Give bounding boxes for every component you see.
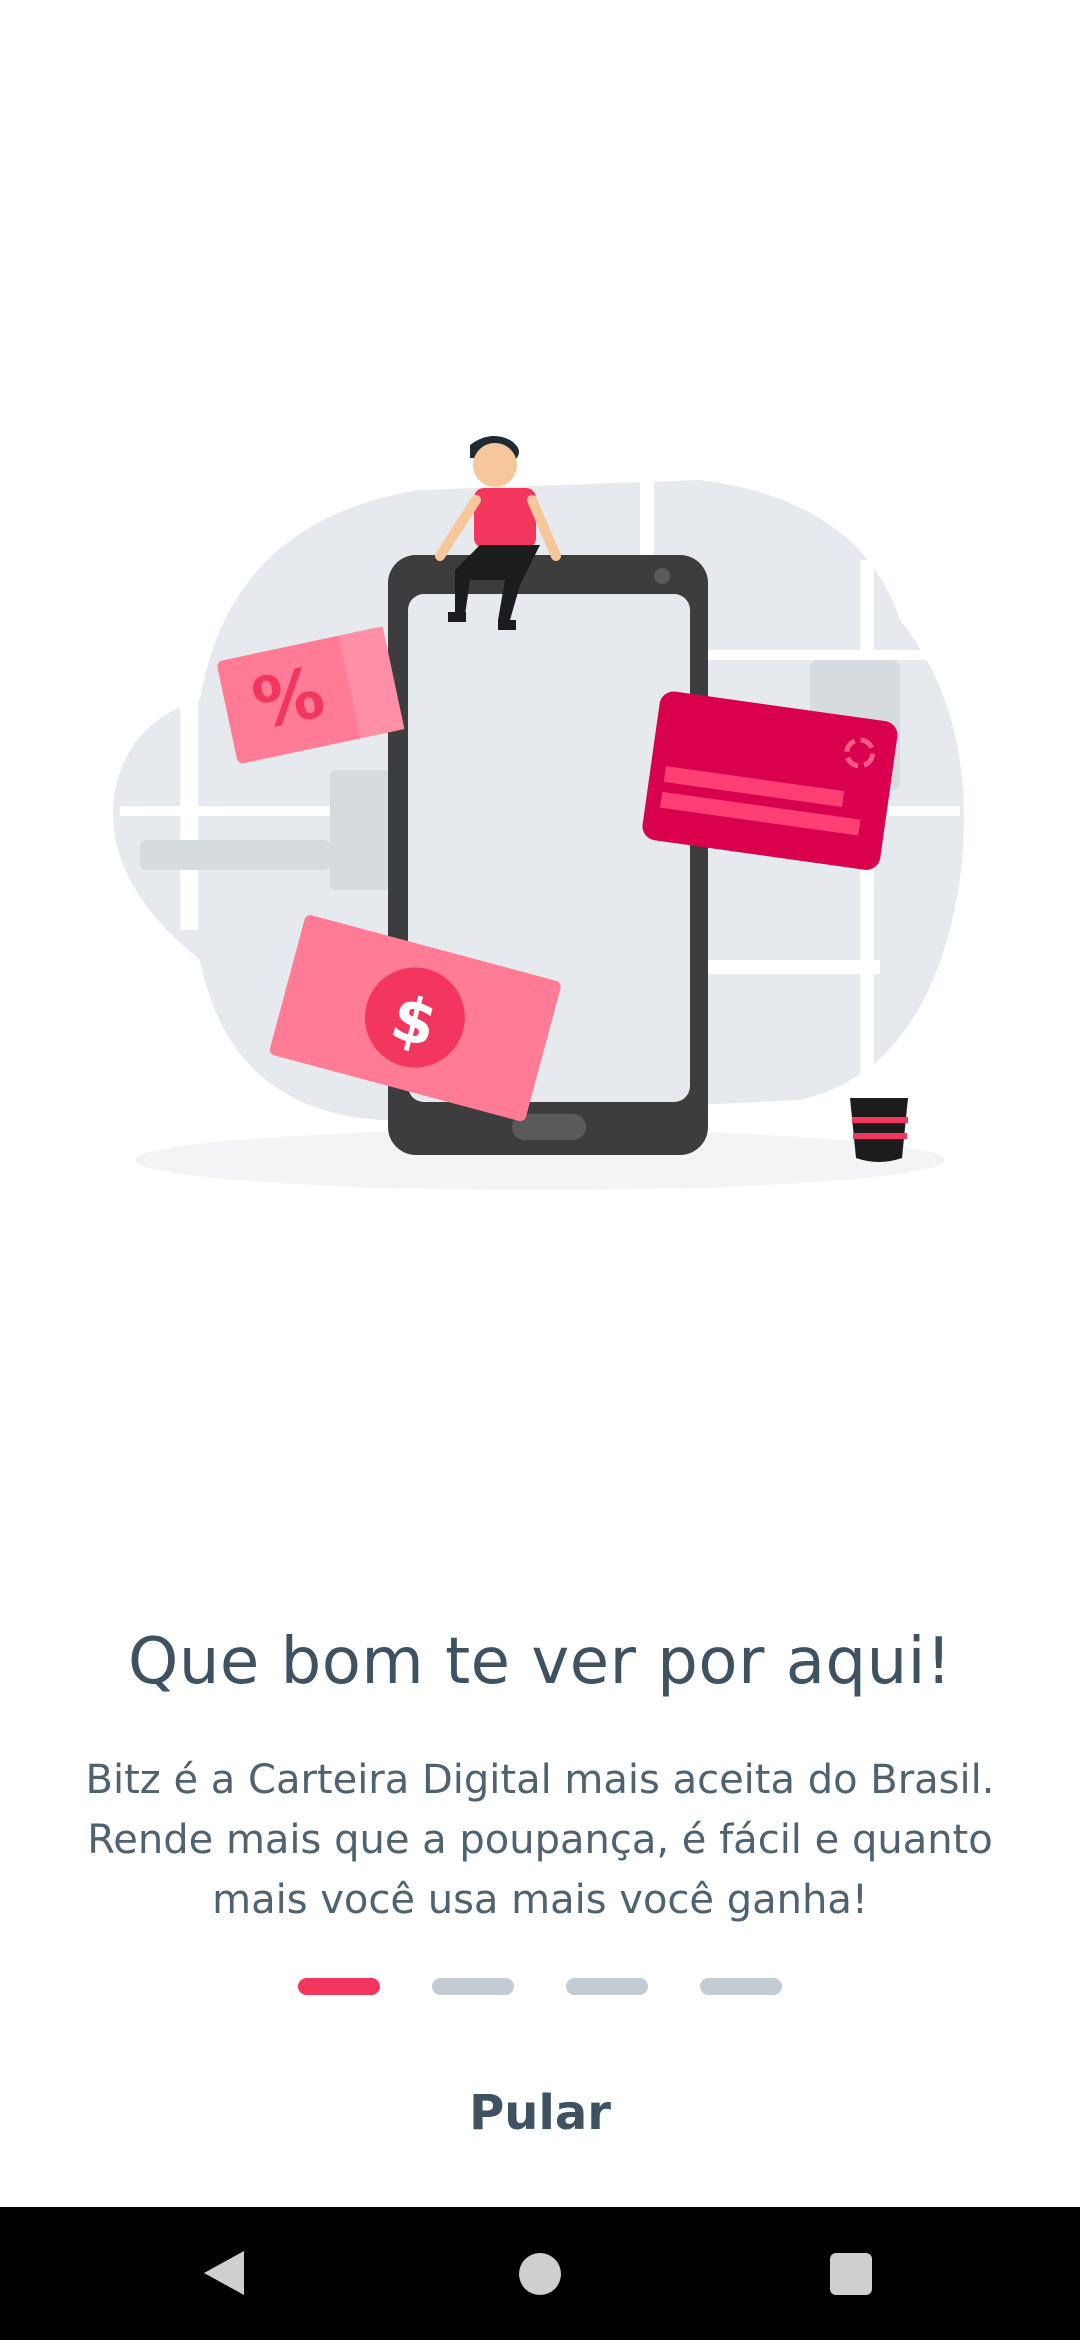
recents-square-icon[interactable] <box>830 2253 872 2295</box>
onboarding-title: Que bom te ver por aqui! <box>127 1625 953 1699</box>
page-indicator-dot-1 <box>298 1978 380 1995</box>
skip-button[interactable]: Pular <box>440 2080 640 2146</box>
page-indicator-dot-3 <box>566 1978 648 1995</box>
back-triangle-icon[interactable] <box>204 2251 244 2295</box>
home-circle-icon[interactable] <box>519 2253 561 2295</box>
cup-illustration <box>850 1098 908 1162</box>
page-indicator <box>0 1978 1080 1995</box>
digital-wallet-illustration: % $ <box>113 436 965 1190</box>
onboarding-description: Bitz é a Carteira Digital mais aceita do… <box>85 1757 995 1923</box>
system-navigation-bar <box>0 2207 1080 2340</box>
page-indicator-dot-4 <box>700 1978 782 1995</box>
page-indicator-dot-2 <box>432 1978 514 1995</box>
